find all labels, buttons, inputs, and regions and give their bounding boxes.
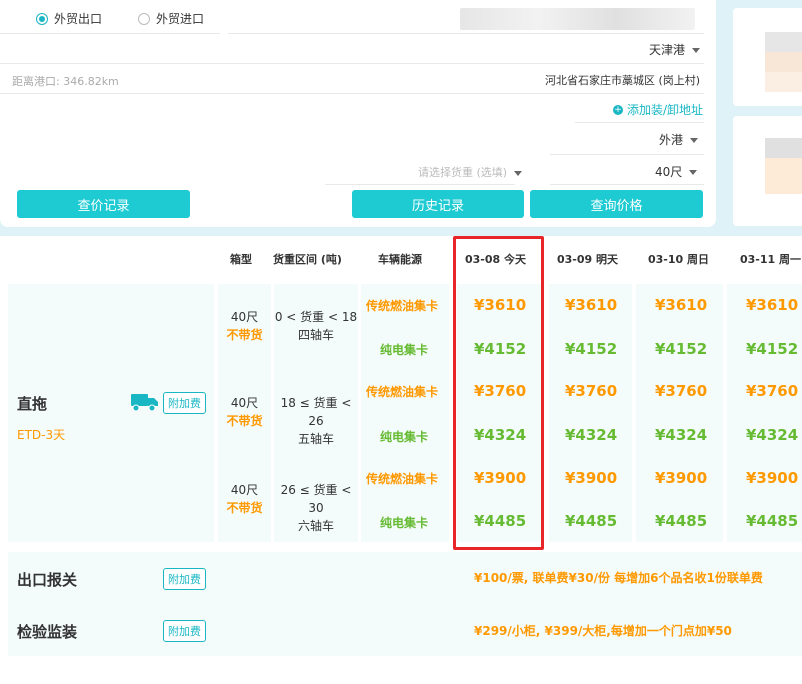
price-cell[interactable]: ¥3610 (655, 296, 707, 314)
price-cell[interactable]: ¥4485 (565, 512, 617, 530)
history-button[interactable]: 历史记录 (352, 190, 524, 218)
truck-icon (131, 392, 159, 415)
address-text[interactable]: 河北省石家庄市藁城区 (岗上村) (545, 72, 700, 88)
price-cell[interactable]: ¥3610 (565, 296, 617, 314)
query-price-button[interactable]: 查询价格 (530, 190, 703, 218)
header-day-1: 03-09 明天 (557, 253, 619, 266)
cargo-weight-select[interactable]: 请选择货重 (选填) (418, 164, 523, 180)
chevron-down-icon (514, 170, 523, 176)
energy-electric: 纯电集卡 (380, 430, 429, 444)
group-box: 40尺 不带货 (226, 483, 263, 515)
surcharge-tag[interactable]: 附加费 (163, 392, 206, 414)
service-name: 直拖 (17, 395, 48, 413)
group-box: 40尺 不带货 (226, 396, 263, 428)
price-cell[interactable]: ¥4152 (746, 340, 798, 358)
price-cell[interactable]: ¥4485 (746, 512, 798, 530)
energy-electric: 纯电集卡 (380, 343, 429, 357)
price-cell[interactable]: ¥4152 (655, 340, 707, 358)
radio-unselected-icon (138, 12, 150, 25)
group-weight: 18 ≤ 货重 < 26 五轴车 (280, 396, 352, 446)
price-cell[interactable]: ¥3760 (746, 382, 798, 400)
energy-fuel: 传统燃油集卡 (366, 299, 439, 313)
chevron-down-icon (690, 138, 699, 143)
query-form: 外贸出口 外贸进口 天津港 距离港口: 346.82km 河北省石家庄市藁城区 … (0, 0, 716, 227)
terminal-select[interactable]: 外港 (659, 131, 699, 148)
price-cell[interactable]: ¥3760 (565, 382, 617, 400)
group-box: 40尺 不带货 (226, 310, 263, 342)
surcharge-tag[interactable]: 附加费 (163, 620, 206, 642)
group-weight: 26 ≤ 货重 < 30 六轴车 (280, 483, 352, 533)
energy-electric: 纯电集卡 (380, 516, 429, 530)
header-energy: 车辆能源 (378, 253, 422, 266)
price-cell[interactable]: ¥3900 (746, 469, 798, 487)
price-cell[interactable]: ¥3760 (655, 382, 707, 400)
radio-selected-icon (36, 12, 48, 25)
add-address-link[interactable]: + 添加装/卸地址 (613, 101, 703, 118)
service-fee-text: ¥299/小柜, ¥399/大柜,每增加一个门点加¥50 (474, 624, 732, 638)
energy-fuel: 传统燃油集卡 (366, 472, 439, 486)
port-select[interactable]: 天津港 (649, 41, 701, 58)
price-cell[interactable]: ¥4324 (746, 426, 798, 444)
side-card[interactable] (733, 8, 802, 106)
radio-export[interactable]: 外贸出口 (36, 10, 102, 27)
price-cell[interactable]: ¥4324 (565, 426, 617, 444)
radio-import[interactable]: 外贸进口 (138, 10, 204, 27)
side-card[interactable] (733, 116, 802, 226)
service-title: 出口报关 (17, 571, 78, 589)
query-records-button[interactable]: 查价记录 (17, 190, 190, 218)
price-cell[interactable]: ¥4152 (565, 340, 617, 358)
price-cell[interactable]: ¥3900 (655, 469, 707, 487)
service-fee-text: ¥100/票, 联单费¥30/份 每增加6个品名收1份联单费 (474, 571, 763, 585)
price-cell[interactable]: ¥3610 (746, 296, 798, 314)
header-day-3: 03-11 周一 (740, 253, 802, 266)
price-cell[interactable]: ¥4485 (655, 512, 707, 530)
header-day-2: 03-10 周日 (648, 253, 710, 266)
chevron-down-icon (689, 170, 698, 175)
group-weight: 0 < 货重 < 18 四轴车 (274, 310, 358, 342)
etd-label: ETD-3天 (17, 428, 66, 442)
today-highlight-box (453, 236, 544, 550)
header-box: 箱型 (230, 253, 252, 266)
energy-fuel: 传统燃油集卡 (366, 385, 439, 399)
price-cell[interactable]: ¥3900 (565, 469, 617, 487)
price-table: 箱型 货重区间 (吨) 车辆能源 03-08 今天 03-09 明天 03-10… (0, 236, 802, 684)
plus-icon: + (613, 104, 623, 115)
distance-label: 距离港口: 346.82km (12, 75, 119, 88)
chevron-down-icon (692, 48, 701, 53)
header-weight: 货重区间 (吨) (273, 253, 342, 266)
price-cell[interactable]: ¥4324 (655, 426, 707, 444)
blurred-field (460, 8, 695, 30)
surcharge-tag[interactable]: 附加费 (163, 568, 206, 590)
container-size-select[interactable]: 40尺 (655, 163, 698, 180)
service-title: 检验监装 (17, 623, 78, 641)
